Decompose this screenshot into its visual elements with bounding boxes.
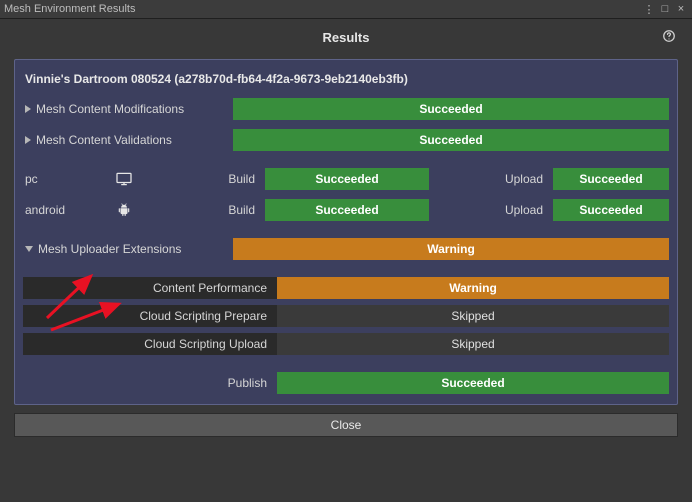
platform-name: android bbox=[23, 199, 115, 221]
status-badge: Succeeded bbox=[265, 168, 429, 190]
menu-icon[interactable]: ⋮ bbox=[642, 3, 656, 16]
header-row: Results bbox=[0, 19, 692, 55]
row-mesh-uploader-extensions[interactable]: Mesh Uploader Extensions Warning bbox=[23, 238, 669, 260]
status-badge: Warning bbox=[277, 277, 669, 299]
row-label: Mesh Content Validations bbox=[36, 133, 172, 147]
results-panel: Vinnie's Dartroom 080524 (a278b70d-fb64-… bbox=[14, 59, 678, 405]
status-badge: Skipped bbox=[277, 305, 669, 327]
row-label: Publish bbox=[23, 372, 277, 394]
row-label: Cloud Scripting Prepare bbox=[23, 305, 277, 327]
row-label: Cloud Scripting Upload bbox=[23, 333, 277, 355]
row-mesh-content-modifications[interactable]: Mesh Content Modifications Succeeded bbox=[23, 98, 669, 120]
expand-icon[interactable] bbox=[25, 105, 31, 113]
close-window-icon[interactable]: × bbox=[674, 3, 688, 15]
panel-title: Vinnie's Dartroom 080524 (a278b70d-fb64-… bbox=[23, 70, 669, 98]
platform-name: pc bbox=[23, 168, 115, 190]
row-cloud-scripting-prepare[interactable]: Cloud Scripting Prepare Skipped bbox=[23, 305, 669, 327]
status-badge: Warning bbox=[233, 238, 669, 260]
build-label: Build bbox=[149, 199, 265, 221]
row-platform-pc: pc Build Succeeded Upload Succeeded bbox=[23, 168, 669, 190]
help-icon[interactable] bbox=[662, 29, 676, 46]
content-area: Results Vinnie's Dartroom 080524 (a278b7… bbox=[0, 19, 692, 437]
desktop-icon bbox=[115, 168, 149, 190]
status-badge: Skipped bbox=[277, 333, 669, 355]
row-content-performance[interactable]: Content Performance Warning bbox=[23, 277, 669, 299]
collapse-icon[interactable] bbox=[25, 246, 33, 252]
expand-icon[interactable] bbox=[25, 136, 31, 144]
row-label: Mesh Content Modifications bbox=[36, 102, 184, 116]
page-title: Results bbox=[323, 30, 370, 45]
row-label: Content Performance bbox=[23, 277, 277, 299]
row-publish: Publish Succeeded bbox=[23, 372, 669, 394]
close-button[interactable]: Close bbox=[14, 413, 678, 437]
row-label: Mesh Uploader Extensions bbox=[38, 242, 181, 256]
row-platform-android: android Build Succeeded Upload Succeeded bbox=[23, 199, 669, 221]
status-badge: Succeeded bbox=[553, 168, 669, 190]
row-cloud-scripting-upload[interactable]: Cloud Scripting Upload Skipped bbox=[23, 333, 669, 355]
window-titlebar: Mesh Environment Results ⋮ □ × bbox=[0, 0, 692, 19]
maximize-icon[interactable]: □ bbox=[658, 3, 672, 15]
status-badge: Succeeded bbox=[233, 98, 669, 120]
status-badge: Succeeded bbox=[553, 199, 669, 221]
upload-label: Upload bbox=[437, 199, 553, 221]
android-icon bbox=[115, 199, 149, 221]
status-badge: Succeeded bbox=[277, 372, 669, 394]
build-label: Build bbox=[149, 168, 265, 190]
window-title: Mesh Environment Results bbox=[4, 3, 135, 15]
status-badge: Succeeded bbox=[233, 129, 669, 151]
status-badge: Succeeded bbox=[265, 199, 429, 221]
row-mesh-content-validations[interactable]: Mesh Content Validations Succeeded bbox=[23, 129, 669, 151]
upload-label: Upload bbox=[437, 168, 553, 190]
